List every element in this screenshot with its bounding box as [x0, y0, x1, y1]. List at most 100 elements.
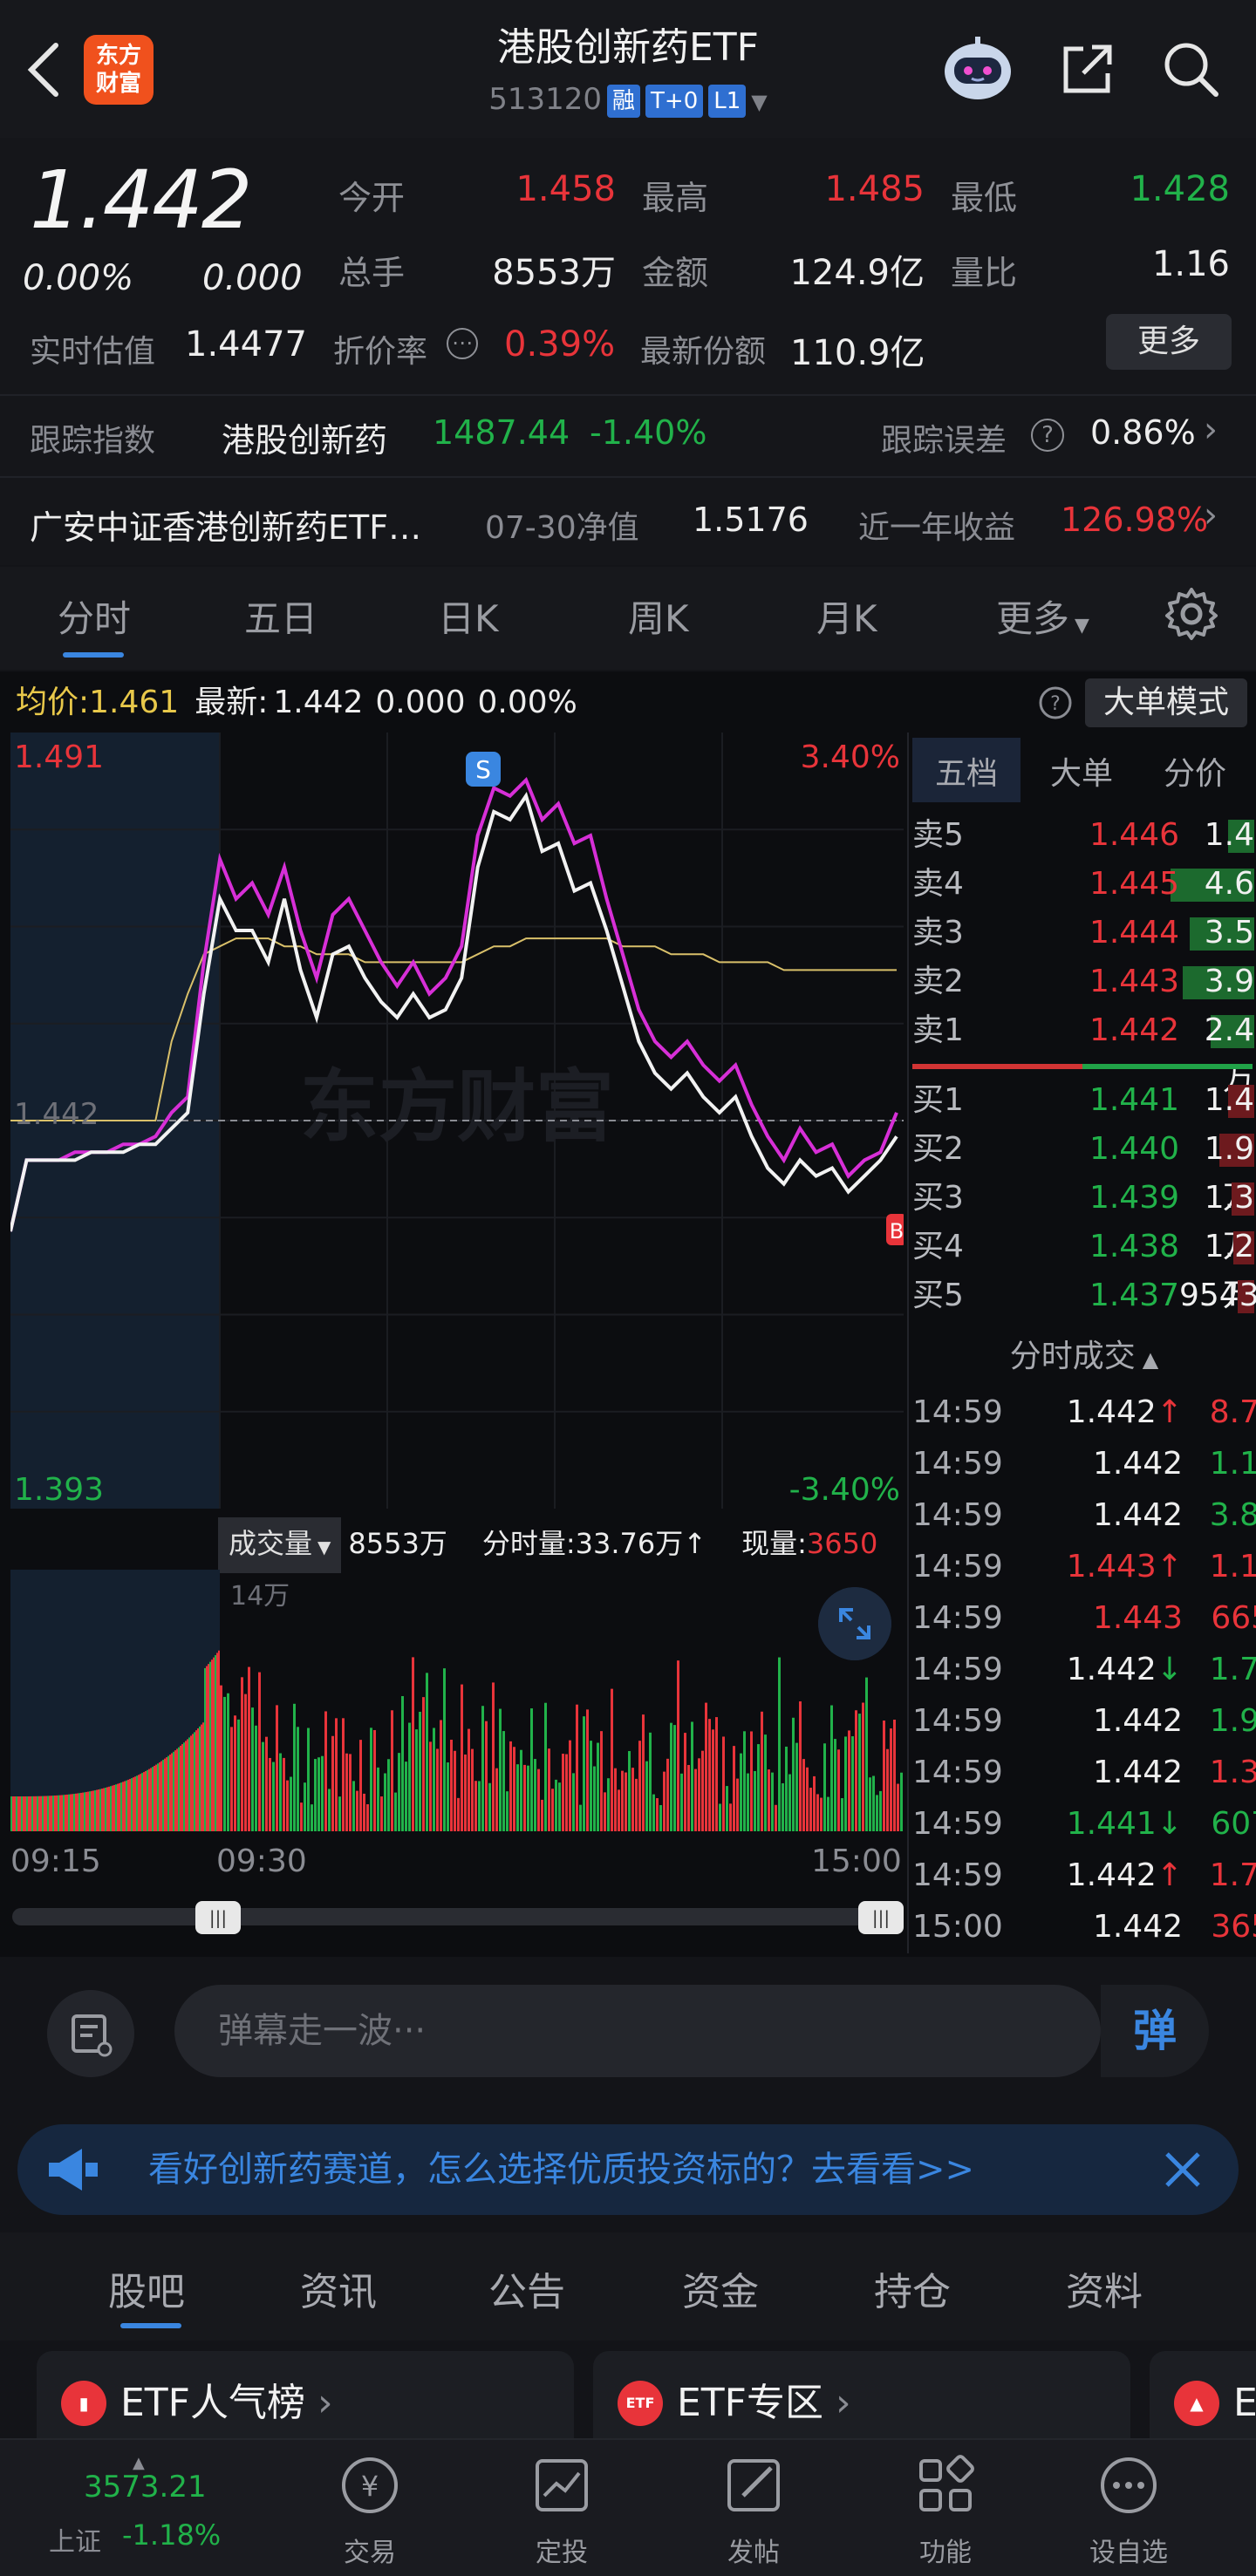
- intraday-price-chart[interactable]: 东方财富 1.491 1.393 1.442 3.40% -3.40% S B: [10, 733, 904, 1509]
- low-value: 1.428: [1130, 169, 1230, 209]
- ask-level-row[interactable]: 卖1 1.442 2.4万: [912, 1006, 1256, 1097]
- tick-price: 1.442: [1092, 1446, 1183, 1482]
- ask-level-row[interactable]: 卖21.4433.9万: [912, 957, 1256, 1048]
- help-icon[interactable]: ?: [1031, 419, 1064, 452]
- range-handle-left[interactable]: |||: [195, 1901, 241, 1934]
- note-icon[interactable]: [47, 1990, 134, 2077]
- volume-bar: [642, 1714, 645, 1831]
- chevron-up-icon: ▲: [1142, 1347, 1159, 1372]
- tab-profile[interactable]: 资料: [1066, 2260, 1143, 2316]
- tab-big-orders[interactable]: 大单: [1050, 748, 1113, 794]
- volume-bar: [91, 1790, 92, 1831]
- y-mid-label: 1.442: [14, 1097, 99, 1132]
- tab-price-distribution[interactable]: 分价: [1164, 748, 1226, 794]
- tab-monthly-k[interactable]: 月K: [816, 589, 877, 643]
- sell-marker[interactable]: S: [466, 752, 501, 787]
- tab-weekly-k[interactable]: 周K: [628, 589, 689, 643]
- tab-five-levels[interactable]: 五档: [935, 748, 998, 794]
- discount-label[interactable]: 折价率: [333, 326, 427, 371]
- danmu-send-button[interactable]: 弹: [1101, 1985, 1209, 2077]
- volume-bar: [159, 1762, 160, 1831]
- buy-marker[interactable]: B: [886, 1214, 904, 1245]
- gear-icon[interactable]: [1164, 586, 1219, 642]
- svg-text:B: B: [890, 1219, 904, 1244]
- chevron-right-icon: ›: [1204, 495, 1218, 535]
- fund-info-row[interactable]: 广安中证香港创新药ETF… 07-30净值 1.5176 近一年收益 126.9…: [0, 483, 1256, 562]
- expand-icon[interactable]: [818, 1587, 891, 1660]
- more-button[interactable]: 更多: [1106, 314, 1232, 370]
- volume-bar: [122, 1782, 124, 1831]
- nav-add-watchlist[interactable]: 设自选: [1068, 2531, 1190, 2569]
- promo-banner[interactable]: 看好创新药赛道，怎么选择优质投资标的？去看看>>: [17, 2124, 1239, 2215]
- more-info-icon[interactable]: ⋯: [447, 328, 478, 359]
- volume-bar: [750, 1731, 753, 1831]
- nav-trade[interactable]: 交易: [309, 2531, 431, 2569]
- tab-intraday[interactable]: 分时: [58, 589, 131, 643]
- ranking-icon: ▮: [61, 2381, 106, 2426]
- amount-label: 金额: [642, 254, 709, 292]
- bid-level-row[interactable]: 买5 1.437 9543: [912, 1271, 1256, 1320]
- bid-level-row[interactable]: 买31.4391.3万: [912, 1174, 1256, 1264]
- ask-level-row[interactable]: 卖31.4443.5万: [912, 909, 1256, 999]
- volume-bar: [635, 1778, 638, 1831]
- shares-label: 最新份额: [640, 334, 767, 370]
- tick-time: 14:59: [912, 1446, 1003, 1482]
- ask-label: 卖1: [912, 1012, 964, 1048]
- tab-five-day[interactable]: 五日: [244, 589, 317, 643]
- robot-assistant-icon[interactable]: [939, 31, 1017, 105]
- volume-bar: [272, 1762, 275, 1831]
- latest-price: 1.442: [273, 685, 364, 720]
- tracking-index-row[interactable]: 跟踪指数 港股创新药 1487.44 -1.40% 跟踪误差 ? 0.86% ›: [0, 401, 1256, 474]
- grid-apps-icon[interactable]: [912, 2452, 979, 2518]
- volume-bar: [440, 1720, 442, 1831]
- nav-fixed-investment[interactable]: 定投: [501, 2531, 623, 2569]
- volume-bar: [659, 1804, 662, 1831]
- nav-functions[interactable]: 功能: [884, 2531, 1007, 2569]
- volume-bar: [541, 1799, 543, 1831]
- volume-bar: [324, 1711, 327, 1831]
- volume-bar: [99, 1789, 101, 1831]
- bid-level-row[interactable]: 买11.4411.4万: [912, 1076, 1256, 1167]
- chart-report-icon[interactable]: [529, 2452, 595, 2518]
- volume-bar: [75, 1793, 77, 1831]
- volume-bar: [276, 1705, 278, 1831]
- tab-more[interactable]: 更多 ▼: [996, 589, 1089, 643]
- volume-bar: [31, 1796, 33, 1831]
- help-icon[interactable]: ?: [1038, 685, 1073, 720]
- tab-daily-k[interactable]: 日K: [438, 589, 499, 643]
- more-dots-icon[interactable]: [1096, 2452, 1162, 2518]
- share-icon[interactable]: [1057, 38, 1118, 99]
- big-order-mode-button[interactable]: 大单模式: [1085, 678, 1247, 727]
- close-icon[interactable]: [1158, 2145, 1207, 2194]
- bid-level-row[interactable]: 买41.4381.2万: [912, 1223, 1256, 1313]
- volume-bar: [143, 1772, 145, 1831]
- nav-post[interactable]: 发帖: [693, 2531, 815, 2569]
- trade-icon[interactable]: ¥: [337, 2452, 403, 2518]
- tab-holdings[interactable]: 持仓: [874, 2260, 951, 2316]
- index-name: 上证: [49, 2527, 101, 2558]
- indicator-selector[interactable]: 成交量 ▼: [218, 1517, 342, 1573]
- tick-row: 14:59 1.442↑ 8.7万: [912, 1387, 1256, 1439]
- tick-time: 14:59: [912, 1549, 1003, 1584]
- edit-icon[interactable]: [720, 2452, 787, 2518]
- volume-bar: [597, 1742, 599, 1831]
- danmu-input[interactable]: 弹幕走一波···: [174, 1985, 1101, 2077]
- tab-forum[interactable]: 股吧: [108, 2260, 185, 2316]
- chevron-right-icon: ›: [823, 2381, 851, 2425]
- volume-bar: [45, 1796, 47, 1831]
- ask-level-row[interactable]: 卖41.4454.6万: [912, 860, 1256, 951]
- time-range-scrollbar[interactable]: [12, 1908, 904, 1925]
- bid-level-row[interactable]: 买21.4401.9万: [912, 1125, 1256, 1216]
- ticks-title[interactable]: 分时成交 ▲: [912, 1331, 1256, 1376]
- volume-chart[interactable]: 14万: [10, 1570, 904, 1831]
- volume-bar: [363, 1793, 365, 1831]
- ask-level-row[interactable]: 卖51.4461.4万: [912, 811, 1256, 902]
- tab-news[interactable]: 资讯: [300, 2260, 377, 2316]
- tab-announcements[interactable]: 公告: [488, 2260, 565, 2316]
- volume-bar: [133, 1777, 134, 1831]
- tab-capital-flow[interactable]: 资金: [682, 2260, 759, 2316]
- search-icon[interactable]: [1160, 38, 1221, 99]
- range-handle-right[interactable]: |||: [858, 1901, 904, 1934]
- index-ticker[interactable]: ▲ 3573.21 上证 -1.18%: [35, 2454, 221, 2567]
- volume-bar: [241, 1677, 243, 1831]
